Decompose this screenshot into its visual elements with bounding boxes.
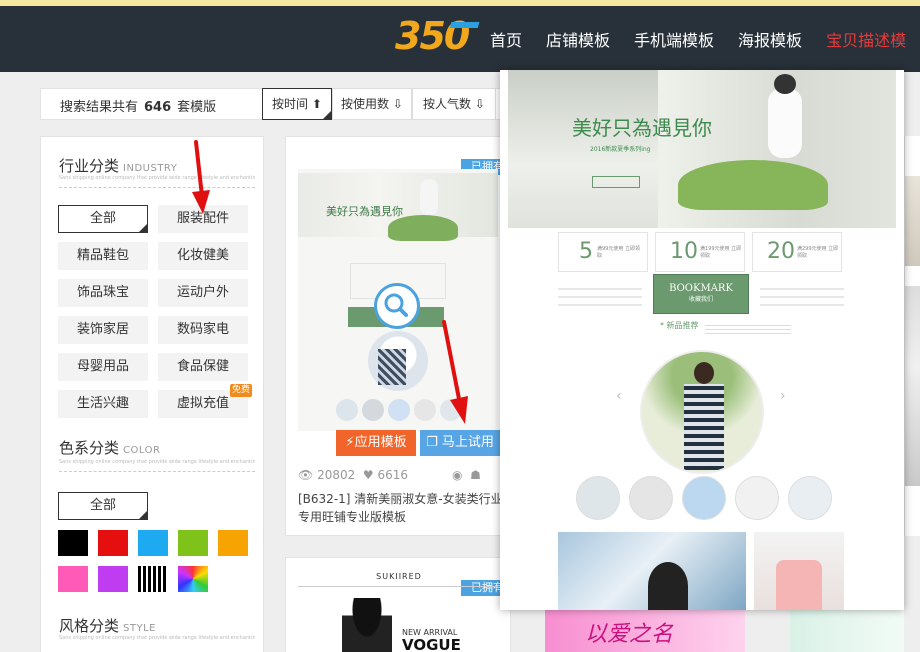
industry-option-digital[interactable]: 数码家电	[158, 316, 248, 344]
preview-photo	[558, 532, 746, 610]
carousel-prev-icon[interactable]: ‹	[616, 388, 622, 404]
filter-panel: 行业分类 INDUSTRY Sans shipping online compan…	[40, 136, 264, 652]
thumbnail-strip	[576, 476, 832, 524]
sort-bar: 搜索结果共有 646 套模版 按时间 ⬆ 按使用数 ⇩ 按人气数 ⇩	[40, 88, 510, 120]
color-swatch-red[interactable]	[98, 530, 128, 556]
free-badge: 免费	[229, 384, 252, 397]
qq-icon[interactable]: ☗	[470, 468, 481, 482]
main-nav: 首页 店铺模板 手机端模板 海报模板 宝贝描述模	[490, 6, 920, 72]
like-count: 6616	[377, 468, 409, 482]
preview-figure-skirt	[678, 160, 828, 210]
coupon[interactable]: 20 满299元使用 立即领取	[752, 232, 842, 272]
preview-photo	[754, 532, 844, 610]
coupon[interactable]: 5 满99元使用 立即领取	[558, 232, 648, 272]
selected-corner-icon	[322, 110, 332, 120]
sort-by-time-button[interactable]: 按时间 ⬆	[262, 88, 332, 120]
nav-description-templates[interactable]: 宝贝描述模	[826, 27, 906, 51]
industry-option-home[interactable]: 装饰家居	[58, 316, 148, 344]
industry-desc: Sans shipping online company that provid…	[59, 175, 255, 188]
arrow-down-outline-icon: ⇩	[389, 97, 403, 111]
weibo-icon[interactable]: ◉	[452, 468, 462, 482]
color-desc: Sans shipping online company that provid…	[59, 459, 255, 472]
preview-banner: 美好只為遇見你 2016新款夏季系列ing	[508, 70, 896, 228]
card-title[interactable]: [B632-1] 清新美丽淑女意-女装类行业专用旺铺专业版模板	[298, 490, 504, 526]
result-count: 646	[144, 100, 172, 115]
nav-mobile-templates[interactable]: 手机端模板	[634, 27, 714, 51]
template-card-partial[interactable]: 以爱之名	[545, 610, 745, 652]
selected-corner-icon	[138, 510, 148, 520]
industry-option-cosmetics[interactable]: 化妆健美	[158, 242, 248, 270]
color-swatch-purple[interactable]	[98, 566, 128, 592]
logo-text: 350	[395, 16, 470, 54]
copy-icon: ❐	[426, 435, 442, 450]
recommend-label: * 新品推荐	[660, 321, 699, 330]
thumb-model	[342, 598, 392, 652]
template-card[interactable]: 已拥有 SUKIIRED NEW ARRIVAL VOGUE	[285, 557, 511, 652]
color-swatch-pink[interactable]	[58, 566, 88, 592]
industry-option-outdoor[interactable]: 运动户外	[158, 279, 248, 307]
color-swatch-blue[interactable]	[138, 530, 168, 556]
view-count: 20802	[317, 468, 356, 482]
sort-by-popularity-button[interactable]: 按人气数 ⇩	[412, 88, 496, 120]
nav-poster-templates[interactable]: 海报模板	[738, 27, 802, 51]
sort-by-usage-button[interactable]: 按使用数 ⇩	[332, 88, 412, 120]
template-card-partial[interactable]	[904, 136, 920, 536]
industry-option-baby[interactable]: 母婴用品	[58, 353, 148, 381]
color-swatch-orange[interactable]	[218, 530, 248, 556]
template-preview-popup: 美好只為遇見你 2016新款夏季系列ing 5 满99元使用 立即领取 10 满…	[500, 70, 904, 610]
zoom-icon[interactable]	[374, 283, 420, 329]
preview-product-circle	[640, 350, 764, 474]
color-swatch-green[interactable]	[178, 530, 208, 556]
nav-home[interactable]: 首页	[490, 27, 522, 51]
template-card-partial[interactable]	[790, 610, 904, 652]
card-stats: 👁 20802 ♥ 6616	[298, 468, 408, 482]
result-count-text: 搜索结果共有 646 套模版	[60, 100, 217, 115]
try-now-button[interactable]: ❐ 马上试用	[420, 430, 500, 456]
bookmark-button[interactable]: BOOKMARK 收藏我们	[653, 274, 749, 314]
industry-option-virtual[interactable]: 虚拟充值 免费	[158, 384, 252, 418]
apply-template-button[interactable]: ⚡应用模板	[336, 430, 416, 456]
arrow-up-icon: ⬆	[308, 97, 322, 111]
industry-option-hobby[interactable]: 生活兴趣	[58, 390, 148, 418]
arrow-down-outline-icon: ⇩	[471, 97, 485, 111]
coupon[interactable]: 10 满199元使用 立即领取	[655, 232, 745, 272]
style-desc: Sans shipping online company that provid…	[59, 635, 255, 641]
preview-headline: 美好只為遇見你	[572, 116, 712, 140]
thumb-brand: SUKIIRED	[376, 572, 422, 581]
template-card[interactable]: 已拥有 美好只為遇見你 ⚡应用模板 ❐ 马上试用 👁 20802 ♥ 6616	[285, 136, 511, 536]
carousel-next-icon[interactable]: ›	[780, 388, 786, 404]
industry-title: 行业分类 INDUSTRY	[59, 157, 178, 175]
heart-icon: ♥	[362, 468, 374, 482]
thumb-headline: 美好只為遇見你	[326, 205, 403, 218]
color-swatch-black[interactable]	[58, 530, 88, 556]
industry-option-all[interactable]: 全部	[58, 205, 148, 233]
color-swatch-multicolor[interactable]	[178, 566, 208, 592]
selected-corner-icon	[138, 223, 148, 233]
nav-shop-templates[interactable]: 店铺模板	[546, 27, 610, 51]
industry-option-jewelry[interactable]: 饰品珠宝	[58, 279, 148, 307]
style-title: 风格分类 STYLE	[59, 617, 156, 635]
lightning-icon: ⚡	[345, 435, 355, 450]
site-logo[interactable]: 350	[393, 16, 485, 54]
industry-option-apparel[interactable]: 服装配件	[158, 205, 248, 233]
color-title: 色系分类 COLOR	[59, 439, 161, 457]
eye-icon: 👁	[298, 468, 314, 482]
color-swatch-black-white[interactable]	[138, 566, 168, 592]
industry-option-shoes-bags[interactable]: 精品鞋包	[58, 242, 148, 270]
color-option-all[interactable]: 全部	[58, 492, 148, 520]
industry-option-food[interactable]: 食品保健	[158, 353, 248, 381]
